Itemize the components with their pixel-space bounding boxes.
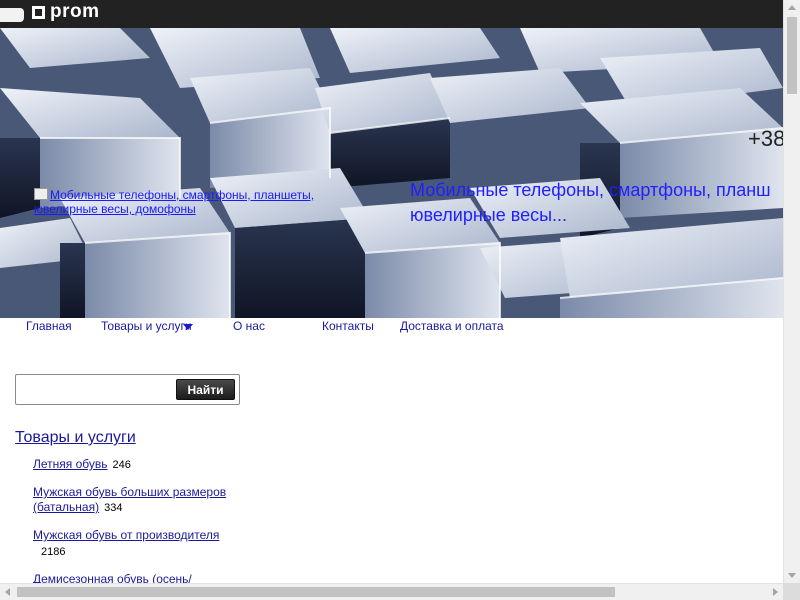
category-count: 246 xyxy=(112,459,131,471)
catalog-title-link[interactable]: Товары и услуги xyxy=(15,429,136,447)
menu-icon[interactable] xyxy=(0,8,24,22)
search-input[interactable] xyxy=(20,379,174,401)
slogan-line-1: Мобильные телефоны, смартфоны, планш xyxy=(410,180,771,200)
dropdown-caret-icon xyxy=(183,324,193,330)
scroll-up-arrow-icon[interactable] xyxy=(788,5,796,10)
search-box: Найти xyxy=(15,374,240,405)
cubes-background-image xyxy=(0,28,783,318)
site-logo-link[interactable]: Мобильные телефоны, смартфоны, планшеты,… xyxy=(34,188,344,216)
scroll-down-arrow-icon[interactable] xyxy=(788,573,796,578)
list-item: Мужская обувь от производителя 2186 xyxy=(33,528,243,560)
category-link[interactable]: Мужская обувь больших размеров (батальна… xyxy=(33,485,226,514)
category-count: 334 xyxy=(104,502,123,514)
category-link[interactable]: Мужская обувь от производителя xyxy=(33,528,219,542)
vertical-scroll-thumb[interactable] xyxy=(787,17,797,94)
scroll-right-arrow-icon[interactable] xyxy=(773,588,778,596)
nav-item-about[interactable]: О нас xyxy=(233,319,265,333)
prom-logo[interactable]: prom xyxy=(32,1,100,23)
vertical-scrollbar[interactable] xyxy=(783,0,800,583)
horizontal-scrollbar[interactable] xyxy=(0,583,783,600)
site-logo-alt-text[interactable]: Мобильные телефоны, смартфоны, планшеты,… xyxy=(34,188,314,216)
nav-item-products-label: Товары и услуги xyxy=(101,319,192,333)
nav-item-products[interactable]: Товары и услуги xyxy=(101,319,193,333)
prom-topbar: prom xyxy=(0,0,783,28)
prom-logo-icon xyxy=(32,5,45,19)
header-phone[interactable]: +38 xyxy=(748,126,783,152)
broken-image-icon xyxy=(34,188,48,200)
nav-item-delivery[interactable]: Доставка и оплата xyxy=(400,319,504,333)
main-nav: Главная Товары и услуги О нас Контакты Д… xyxy=(0,318,783,336)
scrollbar-corner xyxy=(783,583,800,600)
list-item: Летняя обувь 246 xyxy=(33,457,243,473)
category-count: 2186 xyxy=(41,546,66,558)
category-link[interactable]: Летняя обувь xyxy=(33,457,108,471)
nav-item-home[interactable]: Главная xyxy=(26,319,72,333)
header-banner: Мобильные телефоны, смартфоны, планшеты,… xyxy=(0,28,783,318)
prom-logo-text: prom xyxy=(50,1,100,22)
horizontal-scroll-thumb[interactable] xyxy=(17,587,615,597)
nav-item-contacts[interactable]: Контакты xyxy=(322,319,374,333)
site-slogan: Мобильные телефоны, смартфоны, планш юве… xyxy=(410,178,783,228)
catalog-list: Летняя обувь 246 Мужская обувь больших ра… xyxy=(33,457,243,599)
scroll-left-arrow-icon[interactable] xyxy=(5,588,10,596)
slogan-line-2: ювелирные весы... xyxy=(410,205,568,225)
search-button[interactable]: Найти xyxy=(176,379,235,400)
list-item: Мужская обувь больших размеров (батальна… xyxy=(33,485,243,516)
